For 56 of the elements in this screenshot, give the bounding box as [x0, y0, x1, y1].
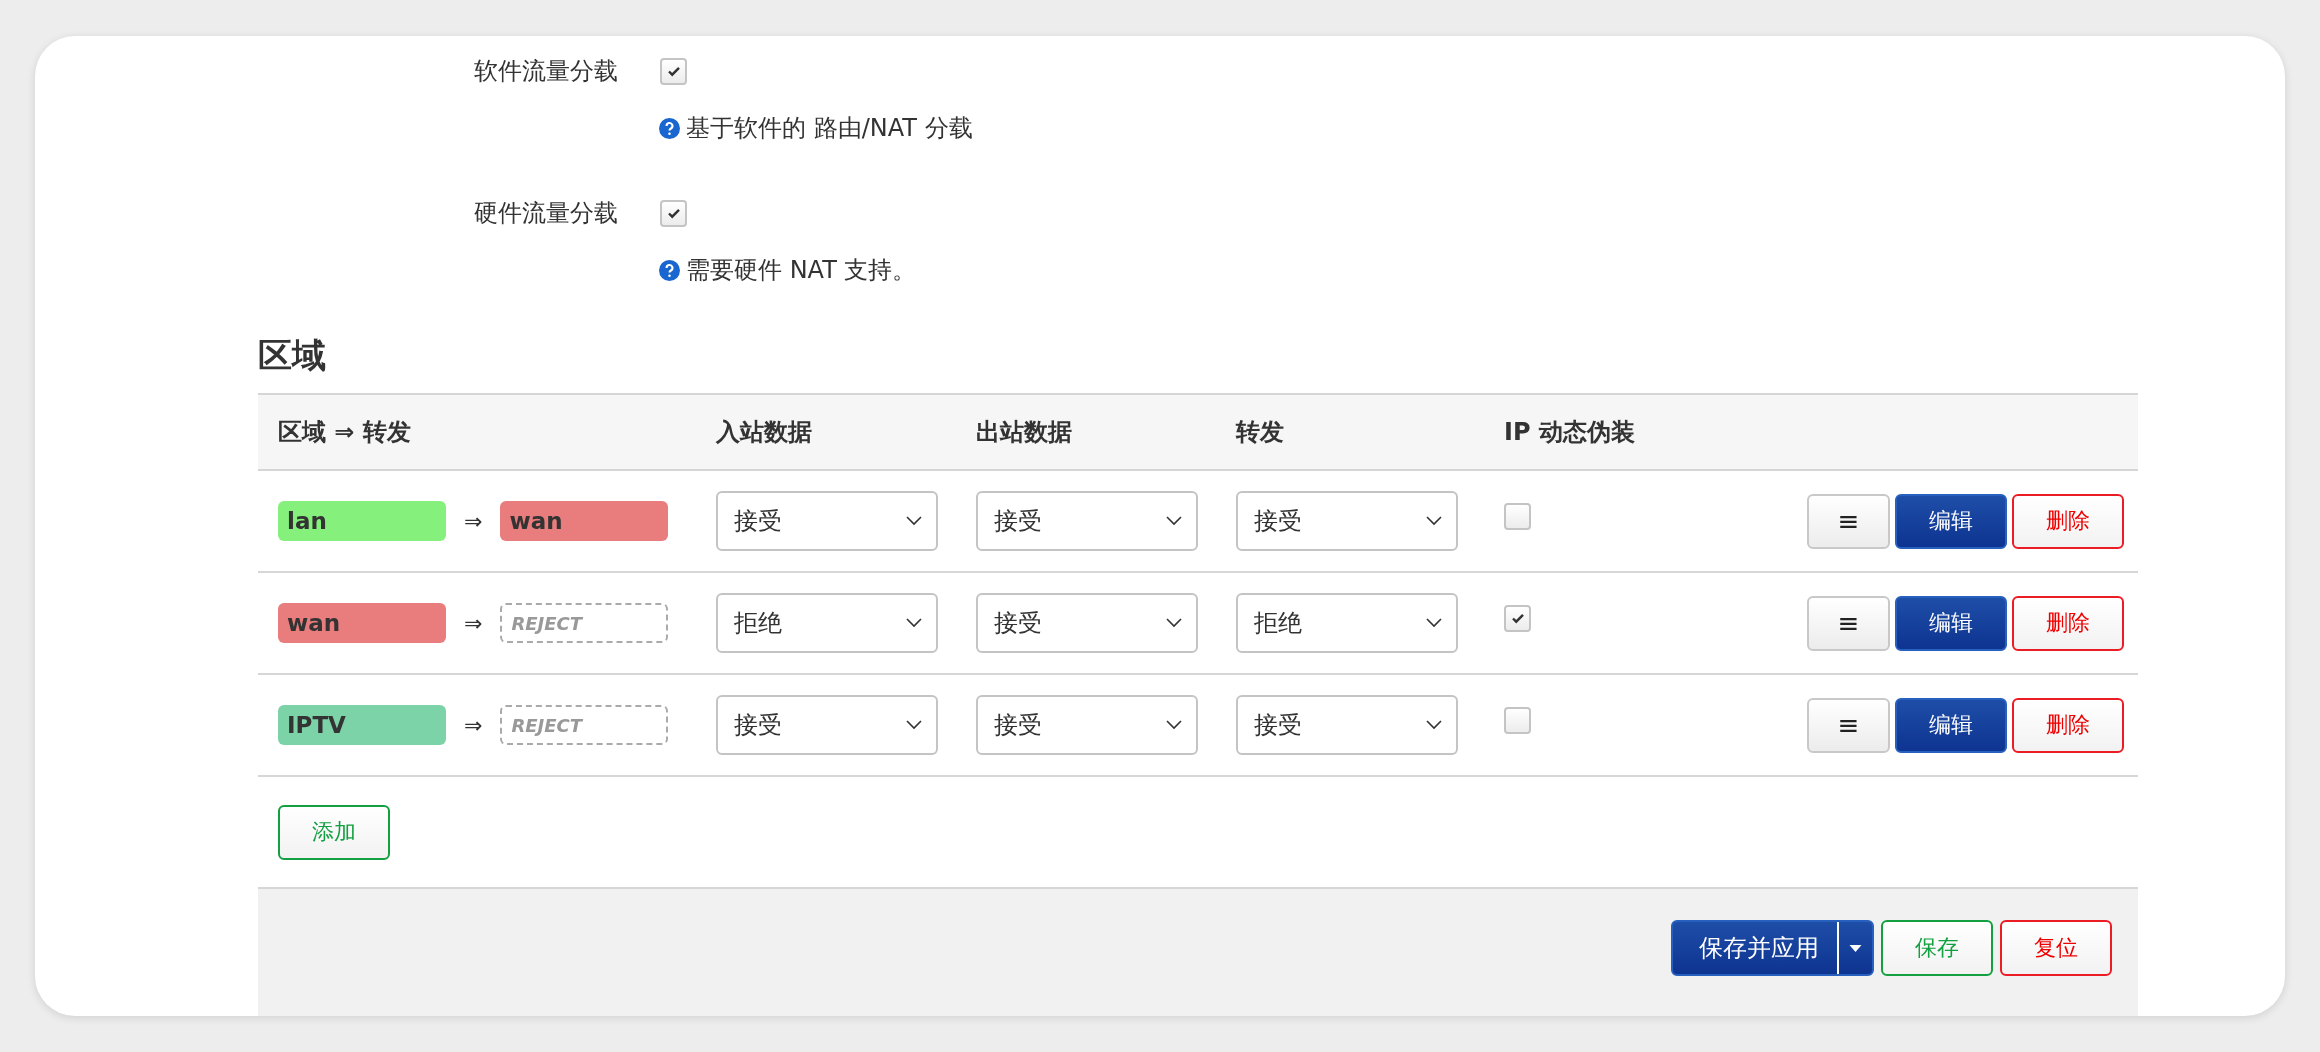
- reject-badge: REJECT: [500, 603, 669, 643]
- dropdown[interactable]: 接受: [716, 491, 938, 551]
- menu-button[interactable]: ≡: [1807, 595, 1890, 651]
- menu-button[interactable]: ≡: [1807, 697, 1890, 753]
- chevron-icon: [1166, 720, 1182, 730]
- arrow-symbol: ⇒: [464, 610, 483, 636]
- chevron-icon: [1166, 618, 1182, 628]
- chevron-icon: [906, 720, 922, 730]
- zone-badge: lan: [278, 501, 446, 541]
- dropdown[interactable]: 接受: [976, 491, 1198, 551]
- column-header: IP 动态伪装: [1503, 417, 1636, 448]
- column-header: 区域 ⇒ 转发: [277, 417, 412, 448]
- column-header: 入站数据: [716, 417, 813, 448]
- dropdown[interactable]: 拒绝: [716, 593, 938, 653]
- chevron-icon: [1426, 720, 1442, 730]
- dropdown[interactable]: 接受: [716, 695, 938, 755]
- column-header: 转发: [1236, 417, 1285, 448]
- arrow-symbol: ⇒: [464, 712, 483, 738]
- chevron-icon: [906, 516, 922, 526]
- caret-icon: [1849, 944, 1862, 952]
- setting-label: 软件流量分载: [473, 56, 618, 87]
- edit-button[interactable]: 编辑: [1895, 493, 2007, 549]
- chevron-icon: [1166, 516, 1182, 526]
- dropdown[interactable]: 拒绝: [1236, 593, 1458, 653]
- chevron-icon: [1426, 618, 1442, 628]
- delete-button[interactable]: 删除: [2012, 493, 2124, 549]
- reject-badge: REJECT: [500, 705, 669, 745]
- arrow-symbol: ⇒: [464, 508, 483, 534]
- edit-button[interactable]: 编辑: [1895, 697, 2007, 753]
- help-icon: [659, 259, 680, 281]
- menu-button[interactable]: ≡: [1807, 493, 1890, 549]
- help-text: 需要硬件 NAT 支持。: [686, 255, 917, 286]
- checkbox[interactable]: [660, 199, 687, 227]
- checkbox[interactable]: [660, 57, 687, 85]
- section-heading: 区域: [258, 335, 327, 375]
- edit-button[interactable]: 编辑: [1895, 595, 2007, 651]
- dropdown[interactable]: 接受: [976, 593, 1198, 653]
- setting-label: 硬件流量分载: [473, 198, 618, 229]
- help-text: 基于软件的 路由/NAT 分载: [686, 113, 973, 144]
- checkbox[interactable]: [1504, 604, 1531, 632]
- zone-badge: IPTV: [278, 705, 446, 745]
- dropdown[interactable]: 接受: [1236, 491, 1458, 551]
- reset-button[interactable]: 复位: [2000, 920, 2112, 976]
- zone-badge: wan: [278, 603, 446, 643]
- checkbox[interactable]: [1504, 706, 1531, 734]
- chevron-icon: [906, 618, 922, 628]
- save-apply-button[interactable]: 保存并应用: [1671, 920, 1874, 976]
- delete-button[interactable]: 删除: [2012, 595, 2124, 651]
- checkbox[interactable]: [1504, 502, 1531, 530]
- chevron-icon: [1426, 516, 1442, 526]
- dropdown[interactable]: 接受: [976, 695, 1198, 755]
- zone-badge: wan: [500, 501, 669, 541]
- column-header: 出站数据: [976, 417, 1073, 448]
- delete-button[interactable]: 删除: [2012, 697, 2124, 753]
- help-icon: [659, 117, 680, 139]
- dropdown[interactable]: 接受: [1236, 695, 1458, 755]
